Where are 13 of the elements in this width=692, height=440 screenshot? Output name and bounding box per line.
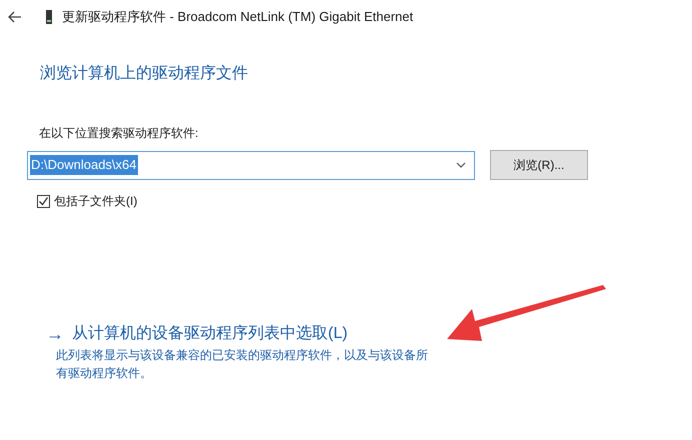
browse-button[interactable]: 浏览(R)... [490, 150, 588, 180]
window-title: 更新驱动程序软件 - Broadcom NetLink (TM) Gigabit Ethernet [62, 8, 414, 26]
path-combo-field[interactable]: D:\Downloads\x64 [27, 150, 475, 180]
include-subfolders-checkbox[interactable]: 包括子文件夹(I) [37, 192, 138, 210]
link-description: 此列表将显示与该设备兼容的已安装的驱动程序软件，以及与该设备所有驱动程序软件。 [56, 347, 429, 382]
search-label: 在以下位置搜索驱动程序软件: [39, 125, 200, 142]
dropdown-caret-icon[interactable] [456, 162, 466, 168]
network-device-icon [46, 10, 52, 24]
page-heading: 浏览计算机上的驱动程序文件 [40, 64, 249, 84]
checkmark-icon [38, 196, 49, 206]
back-icon[interactable] [8, 11, 22, 23]
pick-from-list-link[interactable]: 从计算机的设备驱动程序列表中选取(L) [72, 322, 348, 346]
arrow-glyph: → [46, 325, 64, 343]
